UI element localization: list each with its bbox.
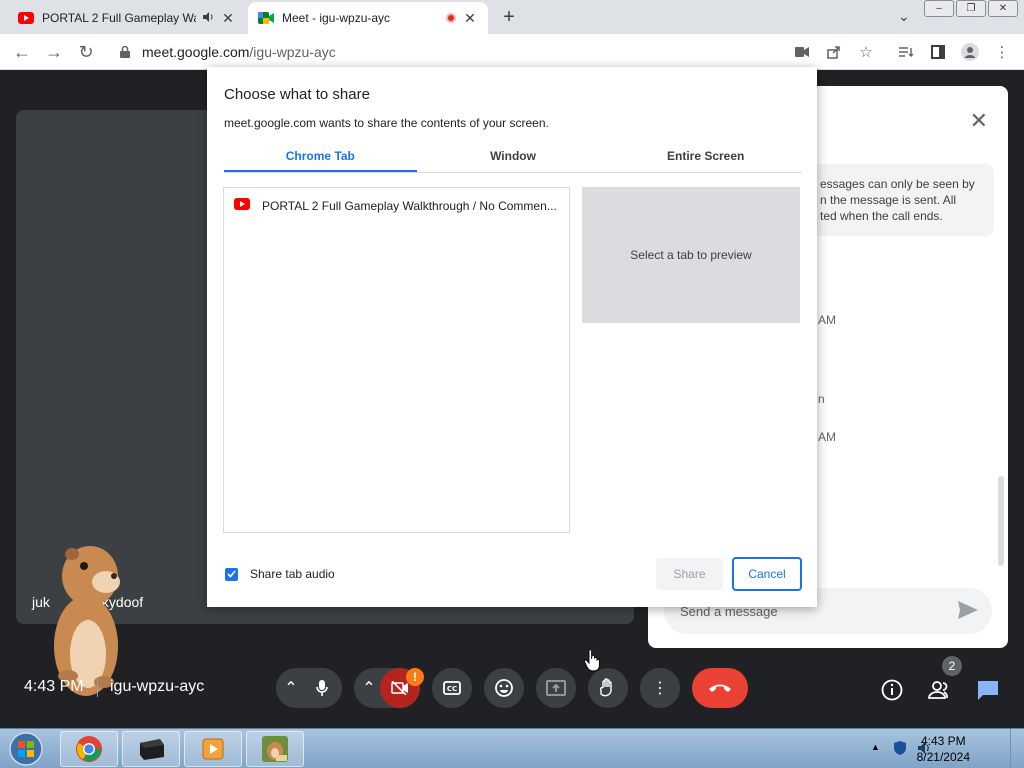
cancel-button[interactable]: Cancel [732, 557, 802, 591]
close-chat-icon[interactable]: ✕ [970, 108, 988, 134]
system-clock[interactable]: 4:43 PM 8/21/2024 [917, 733, 970, 765]
hand-cursor-icon [584, 650, 600, 672]
youtube-icon [234, 198, 250, 213]
taskbar-hamster-app[interactable] [246, 731, 304, 767]
share-button[interactable]: Share [656, 558, 723, 590]
chat-timestamp: AM [818, 430, 836, 444]
share-screen-dialog: Choose what to share meet.google.com wan… [207, 67, 817, 607]
captions-icon[interactable]: CC [432, 668, 472, 708]
minimize-icon[interactable]: – [924, 0, 954, 17]
meeting-info-icon[interactable] [880, 678, 904, 702]
close-tab-icon[interactable]: ✕ [462, 10, 478, 26]
record-icon [446, 13, 456, 23]
close-tab-icon[interactable]: ✕ [220, 10, 236, 26]
security-shield-icon[interactable] [893, 741, 907, 755]
tab-meet[interactable]: Meet - igu-wpzu-ayc ✕ [248, 2, 488, 34]
tab-window[interactable]: Window [417, 143, 610, 172]
more-options-icon[interactable]: ⋮ [640, 668, 680, 708]
show-desktop-button[interactable] [1010, 729, 1024, 768]
clock-date: 8/21/2024 [916, 750, 970, 764]
browser-tab-strip: PORTAL 2 Full Gameplay Wa ✕ Meet - igu-w… [0, 0, 1024, 34]
list-item[interactable]: PORTAL 2 Full Gameplay Walkthrough / No … [234, 198, 559, 213]
chat-scrollbar[interactable] [998, 476, 1004, 566]
meeting-code: igu-wpzu-ayc [110, 678, 205, 695]
tab-search-chevron-icon[interactable]: ⌄ [898, 8, 910, 25]
window-controls: – ❐ ✕ [924, 0, 1018, 17]
forward-arrow-icon[interactable]: → [42, 40, 66, 64]
raise-hand-icon[interactable] [588, 668, 628, 708]
browser-menu-icon[interactable]: ⋮ [992, 42, 1012, 62]
show-hidden-icons-icon[interactable]: ▲ [871, 742, 885, 756]
browser-toolbar: ← → ↻ meet.google.com/igu-wpzu-ayc ☆ ⋮ [0, 34, 1024, 70]
share-audio-label: Share tab audio [250, 567, 335, 581]
tab-title: Meet - igu-wpzu-ayc [282, 11, 391, 25]
windows-taskbar: ▲ 4:43 PM 8/21/2024 [0, 728, 1024, 768]
microphone-icon[interactable] [302, 668, 342, 708]
share-page-icon[interactable] [824, 42, 844, 62]
taskbar-media-player[interactable] [184, 731, 242, 767]
share-source-tabs: Chrome Tab Window Entire Screen [224, 143, 802, 173]
tab-entire-screen[interactable]: Entire Screen [609, 143, 802, 172]
chrome-icon [76, 736, 102, 762]
list-item-title: PORTAL 2 Full Gameplay Walkthrough / No … [262, 198, 557, 213]
address-bar[interactable]: meet.google.com/igu-wpzu-ayc [108, 38, 890, 66]
emoji-reaction-icon[interactable] [484, 668, 524, 708]
speaker-icon[interactable] [202, 11, 214, 26]
reload-icon[interactable]: ↻ [74, 40, 98, 64]
back-arrow-icon[interactable]: ← [10, 40, 34, 64]
tab-chrome-tab[interactable]: Chrome Tab [224, 143, 417, 172]
reading-list-icon[interactable] [896, 42, 916, 62]
end-call-icon[interactable] [692, 668, 748, 708]
start-button[interactable] [4, 731, 48, 767]
new-tab-button[interactable]: + [498, 6, 520, 28]
tab-list: PORTAL 2 Full Gameplay Walkthrough / No … [223, 187, 570, 533]
meeting-controls-bar: 4:43 PM igu-wpzu-ayc ⌃ ⌃ CC ⋮ [0, 650, 1024, 726]
hamster-app-icon [262, 736, 288, 762]
taskbar-app-black[interactable] [122, 731, 180, 767]
dialog-title: Choose what to share [224, 86, 370, 103]
side-panel-icon[interactable] [928, 42, 948, 62]
camera-warning-badge: ! [406, 668, 424, 686]
camera-in-use-icon[interactable] [792, 42, 812, 62]
bookmark-star-icon[interactable]: ☆ [856, 42, 876, 62]
clock-time: 4:43 PM [920, 734, 966, 748]
chat-sender: n [818, 392, 825, 406]
divider [97, 677, 98, 697]
chat-timestamp: AM [818, 313, 836, 327]
profile-avatar-icon[interactable] [960, 42, 980, 62]
youtube-icon [18, 10, 34, 26]
dialog-subtitle: meet.google.com wants to share the conte… [224, 116, 549, 130]
send-icon[interactable] [958, 601, 978, 622]
tab-title: PORTAL 2 Full Gameplay Wa [42, 11, 196, 25]
share-audio-option[interactable]: Share tab audio [225, 567, 335, 581]
chat-icon[interactable] [976, 678, 1000, 702]
preview-pane: Select a tab to preview [582, 187, 800, 323]
restore-icon[interactable]: ❐ [956, 0, 986, 17]
meet-icon [258, 10, 274, 26]
people-icon[interactable] [928, 678, 952, 702]
url-host: meet.google.com [142, 44, 250, 60]
tab-youtube[interactable]: PORTAL 2 Full Gameplay Wa ✕ [8, 2, 246, 34]
preview-text: Select a tab to preview [630, 248, 752, 262]
lock-icon[interactable] [120, 45, 134, 59]
meeting-time: 4:43 PM [24, 678, 84, 695]
svg-text:CC: CC [447, 685, 457, 693]
taskbar-chrome[interactable] [60, 731, 118, 767]
present-screen-icon[interactable] [536, 668, 576, 708]
window-close-icon[interactable]: ✕ [988, 0, 1018, 17]
share-audio-checkbox[interactable] [225, 567, 238, 581]
media-player-icon [202, 738, 224, 760]
url-path: /igu-wpzu-ayc [249, 44, 336, 60]
black-box-icon [140, 739, 164, 760]
participants-count-badge: 2 [942, 656, 962, 676]
